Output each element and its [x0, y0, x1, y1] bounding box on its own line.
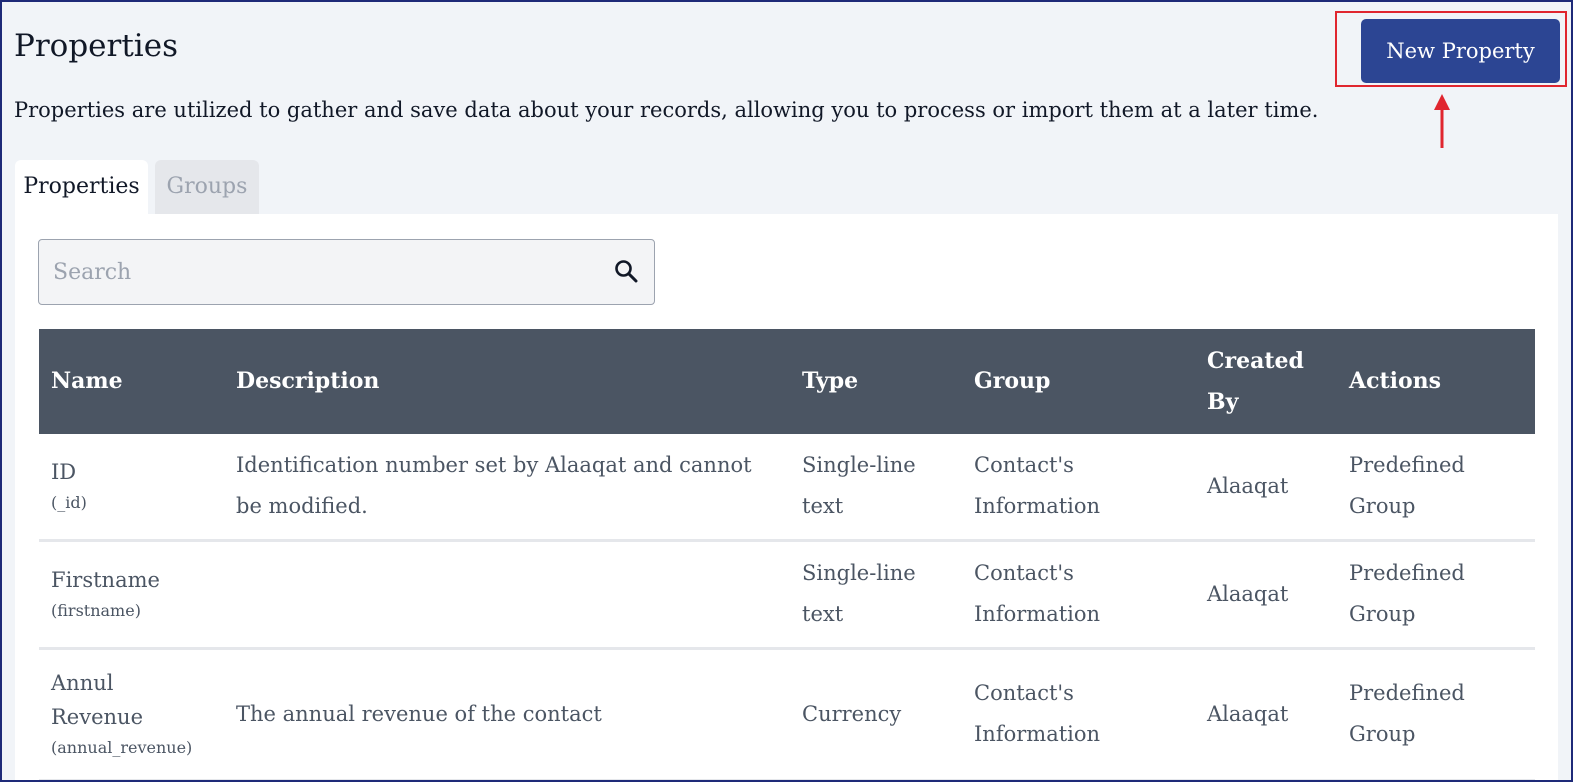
table-row[interactable]: Annul Revenue (annual_revenue) The annua…: [39, 648, 1535, 780]
column-header-actions[interactable]: Actions: [1337, 329, 1535, 434]
property-key: (_id): [51, 493, 87, 513]
cell-description: Identification number set by Alaaqat and…: [224, 434, 790, 542]
cell-actions: Predefined Group: [1337, 540, 1535, 650]
table-row[interactable]: Firstname (firstname) Single-line text C…: [39, 540, 1535, 650]
cell-description: [224, 540, 790, 650]
cell-group: Contact's Information: [962, 648, 1195, 780]
cell-description: The annual revenue of the contact: [224, 648, 790, 780]
property-key: (firstname): [51, 601, 141, 620]
cell-actions: Predefined Group: [1337, 648, 1535, 780]
cell-created-by: Alaaqat: [1195, 540, 1337, 650]
property-key: (annual_revenue): [51, 738, 193, 757]
search-box: [38, 239, 655, 305]
cell-type: Currency: [790, 648, 962, 780]
cell-type: Single-line text: [790, 434, 962, 542]
column-header-name[interactable]: Name: [39, 329, 224, 434]
column-header-created-by[interactable]: Created By: [1195, 329, 1337, 434]
column-header-group[interactable]: Group: [962, 329, 1195, 434]
properties-table: Name Description Type Group Created By A…: [39, 329, 1535, 780]
tab-groups[interactable]: Groups: [155, 160, 259, 214]
search-icon[interactable]: [614, 259, 638, 287]
table-row[interactable]: ID (_id) Identification number set by Al…: [39, 434, 1535, 542]
property-name: ID: [51, 460, 77, 485]
cell-actions: Predefined Group: [1337, 434, 1535, 542]
page-description: Properties are utilized to gather and sa…: [14, 98, 1319, 122]
cell-name: Annul Revenue (annual_revenue): [39, 648, 224, 780]
page-title: Properties: [14, 28, 178, 64]
app-frame: Properties Properties are utilized to ga…: [0, 0, 1573, 782]
new-property-button[interactable]: New Property: [1361, 19, 1560, 83]
property-name: Firstname: [51, 568, 160, 592]
cell-created-by: Alaaqat: [1195, 648, 1337, 780]
cell-name: ID (_id): [39, 434, 224, 542]
cell-type: Single-line text: [790, 540, 962, 650]
column-header-type[interactable]: Type: [790, 329, 962, 434]
cell-created-by: Alaaqat: [1195, 434, 1337, 542]
property-name: Annul Revenue: [51, 671, 144, 729]
cell-group: Contact's Information: [962, 540, 1195, 650]
column-header-description[interactable]: Description: [224, 329, 790, 434]
tab-properties[interactable]: Properties: [15, 160, 148, 214]
table-header-row: Name Description Type Group Created By A…: [39, 329, 1535, 434]
properties-panel: Name Description Type Group Created By A…: [15, 214, 1558, 780]
arrow-up-icon: [1434, 94, 1450, 148]
cell-group: Contact's Information: [962, 434, 1195, 542]
cell-name: Firstname (firstname): [39, 540, 224, 650]
search-input[interactable]: [51, 240, 595, 304]
